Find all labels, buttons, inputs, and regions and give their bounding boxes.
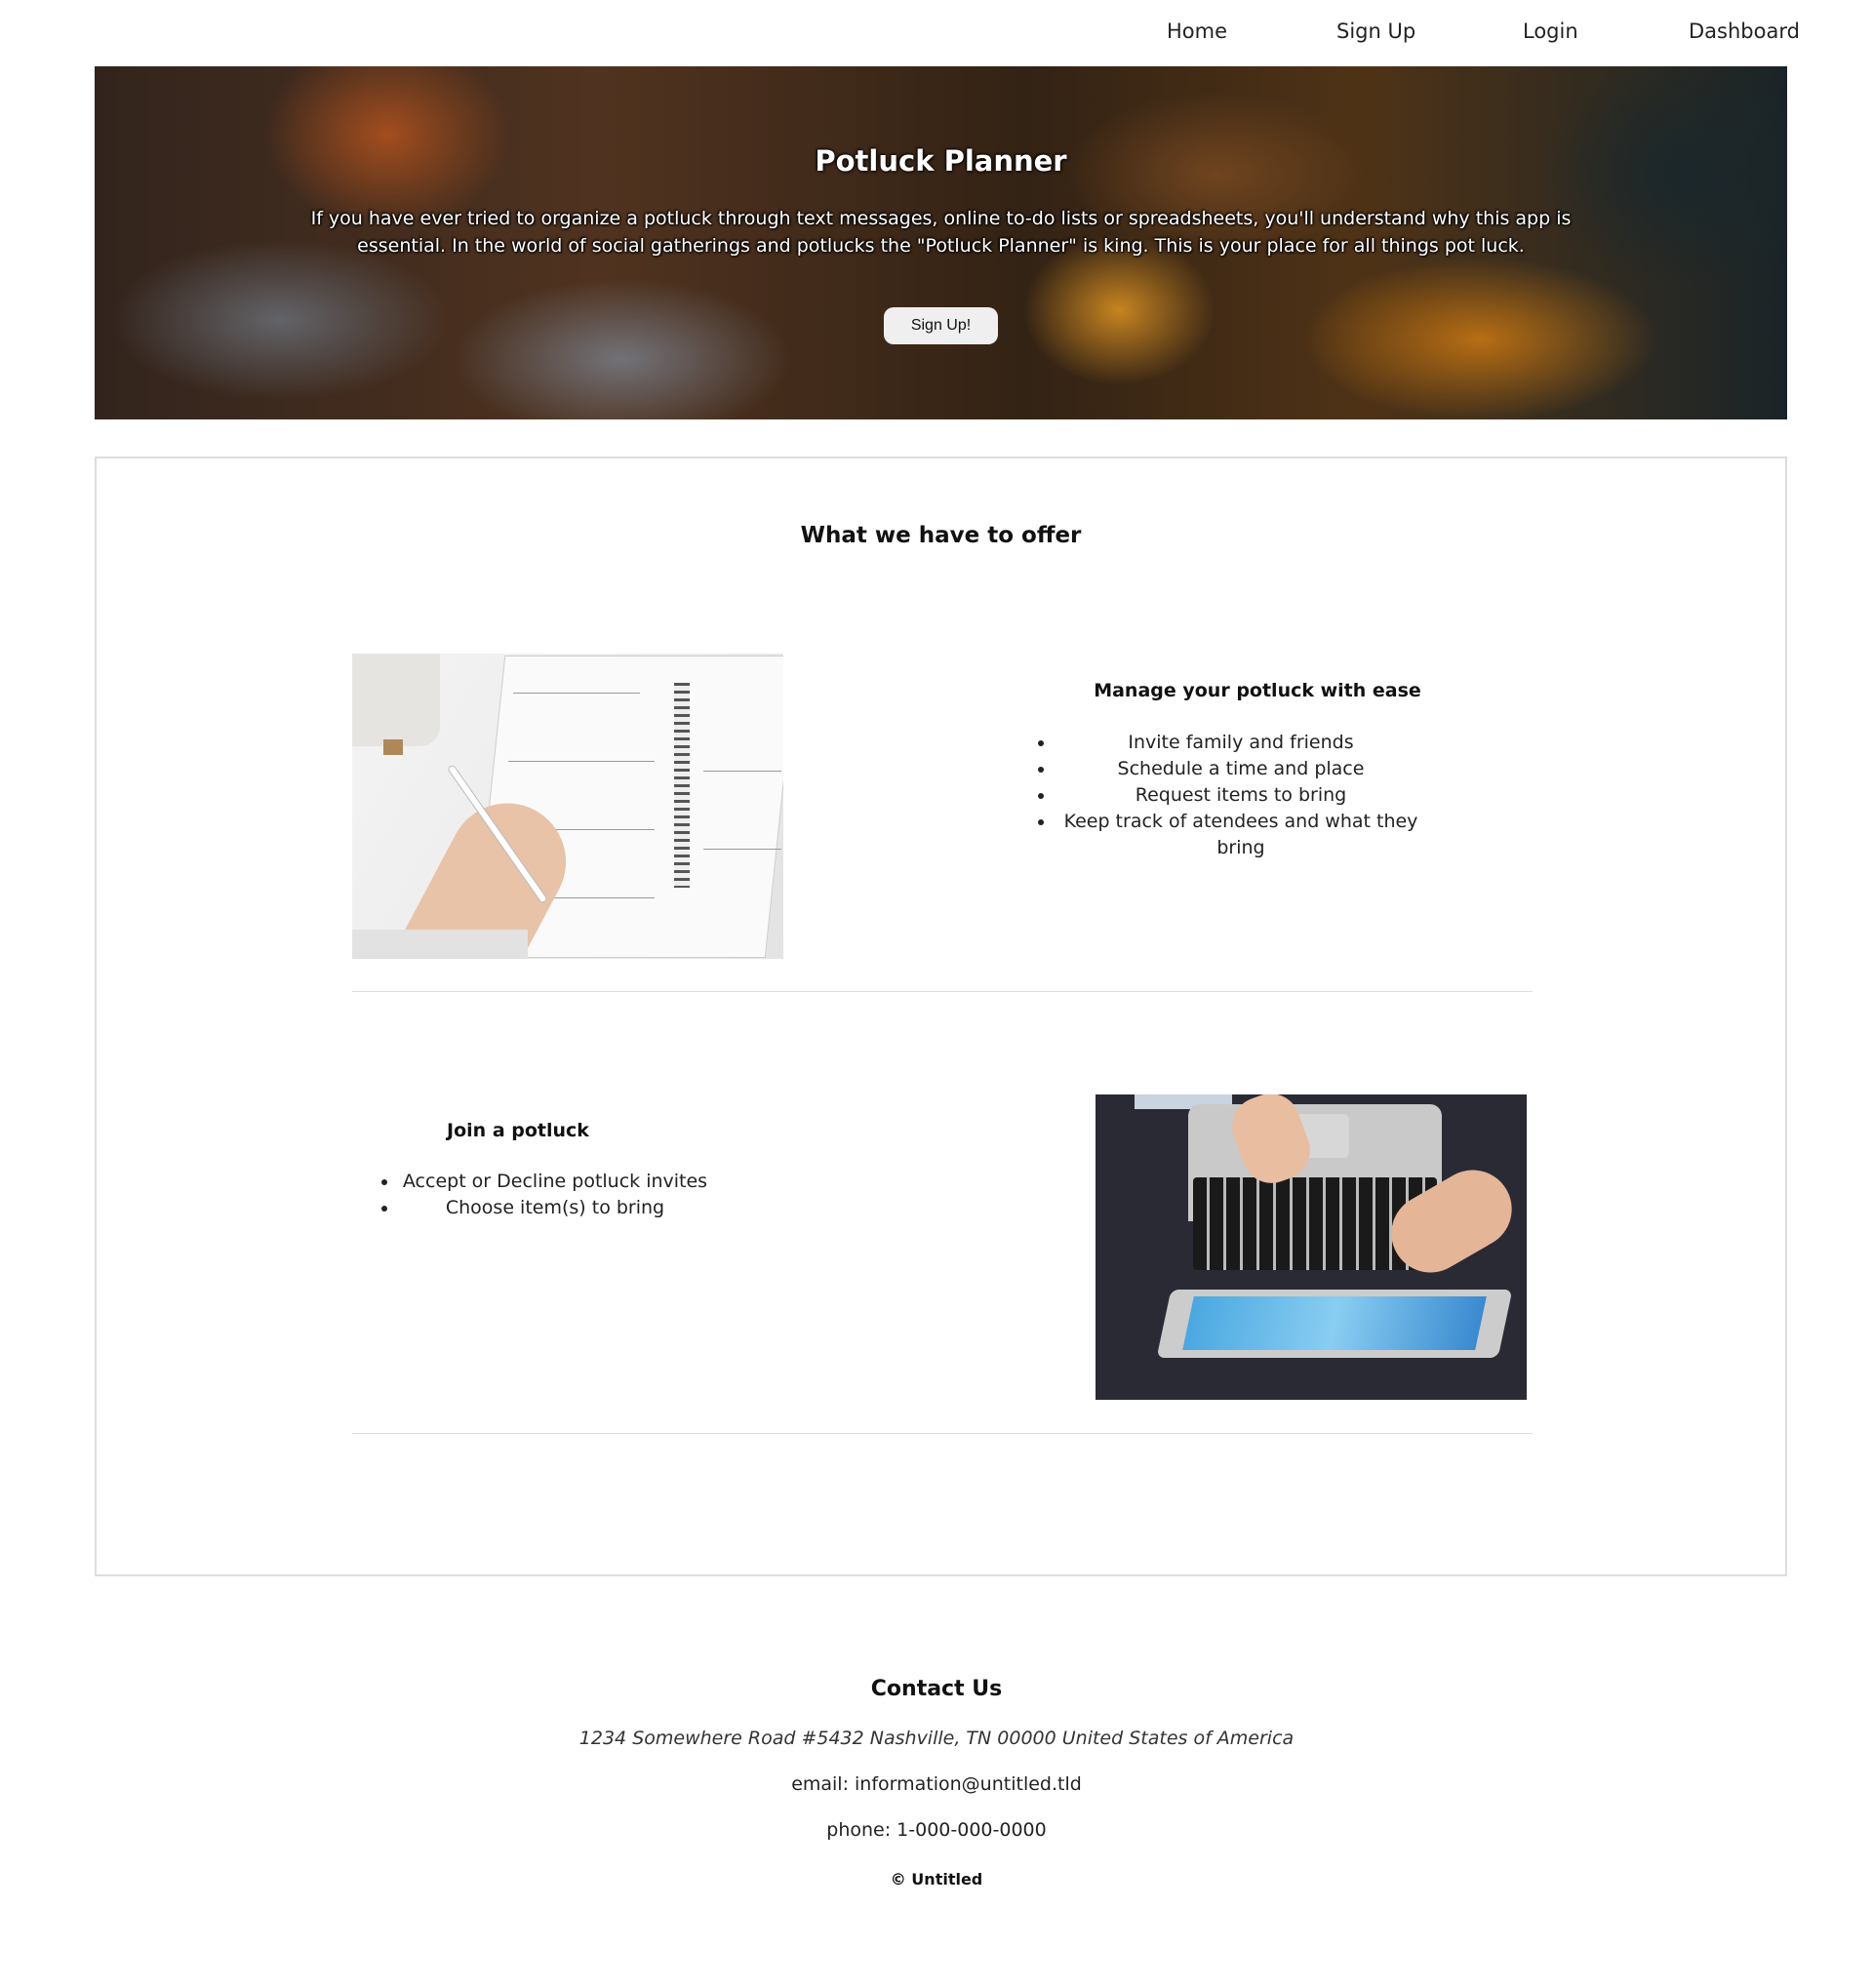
offer-title: What we have to offer [800,523,1082,548]
nav-signup-link[interactable]: Sign Up [1336,20,1415,43]
list-item: Schedule a time and place [1056,756,1426,782]
top-nav: Home Sign Up Login Dashboard [0,0,1873,66]
offer-section: What we have to offer Manage your potluc… [95,457,1787,1576]
divider [352,991,1533,992]
planner-notebook-image [352,654,783,959]
join-features-list: Accept or Decline potluck invites Choose… [379,1169,711,1221]
list-item: Choose item(s) to bring [399,1195,711,1221]
laptop-tablet-image [1096,1094,1527,1400]
hero-title: Potluck Planner [815,144,1067,178]
list-item: Invite family and friends [1056,730,1426,756]
divider [352,1433,1533,1434]
contact-address: 1234 Somewhere Road #5432 Nashville, TN … [578,1728,1295,1749]
hero-banner: Potluck Planner If you have ever tried t… [95,66,1787,419]
list-item: Accept or Decline potluck invites [399,1169,711,1195]
nav-home-link[interactable]: Home [1167,20,1227,43]
list-item: Keep track of atendees and what they bri… [1056,809,1426,861]
manage-features-list: Invite family and friends Schedule a tim… [1026,730,1426,861]
list-item: Request items to bring [1056,782,1426,809]
join-potluck-heading: Join a potluck [447,1120,589,1141]
contact-title: Contact Us [870,1677,1003,1701]
contact-phone: phone: 1-000-000-0000 [826,1819,1047,1841]
hero-description: If you have ever tried to organize a pot… [310,208,1572,257]
manage-potluck-heading: Manage your potluck with ease [1094,680,1421,701]
nav-dashboard-link[interactable]: Dashboard [1689,20,1800,43]
nav-login-link[interactable]: Login [1523,20,1578,43]
hero-signup-button[interactable]: Sign Up! [884,307,998,344]
copyright-text: © Untitled [890,1870,983,1889]
contact-email: email: information@untitled.tld [791,1773,1082,1795]
